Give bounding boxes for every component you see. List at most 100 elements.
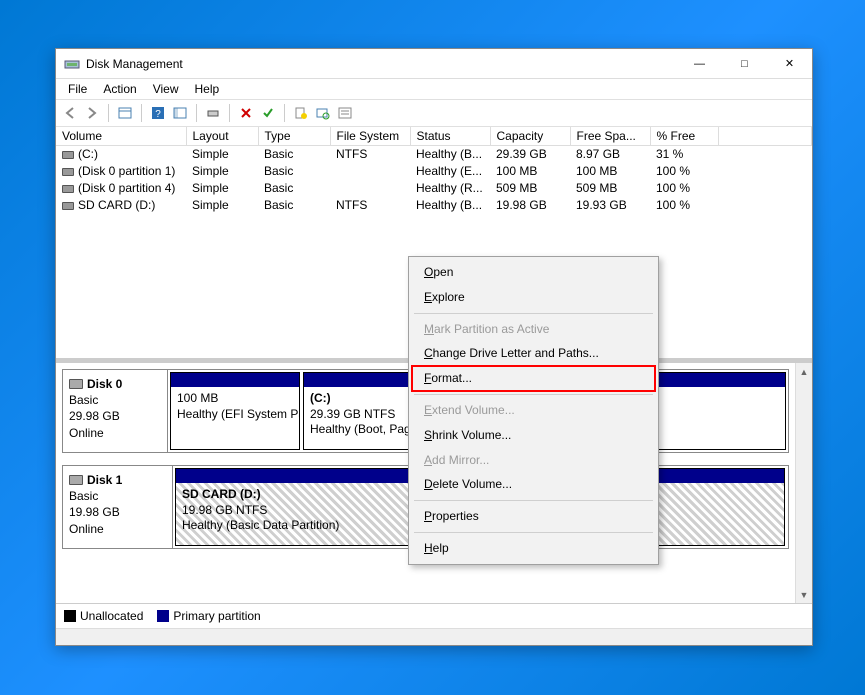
cell-pct: 100 %	[650, 163, 718, 180]
table-row[interactable]: (Disk 0 partition 1)SimpleBasicHealthy (…	[56, 163, 812, 180]
menu-view[interactable]: View	[145, 80, 187, 98]
col-status[interactable]: Status	[410, 127, 490, 146]
cell-pct: 100 %	[650, 180, 718, 197]
cell-capacity: 19.98 GB	[490, 197, 570, 214]
cell-fs: NTFS	[330, 197, 410, 214]
disk-label[interactable]: Disk 0Basic29.98 GBOnline	[63, 370, 168, 452]
menubar: File Action View Help	[56, 79, 812, 99]
col-pct[interactable]: % Free	[650, 127, 718, 146]
cell-pct: 31 %	[650, 146, 718, 163]
menu-item-mark-partition-as-active: Mark Partition as Active	[412, 317, 655, 342]
cell-layout: Simple	[186, 163, 258, 180]
vertical-scrollbar[interactable]: ▲ ▼	[795, 363, 812, 603]
check-icon[interactable]	[258, 103, 278, 123]
toolbar: ?	[56, 99, 812, 127]
context-menu: OpenExplore Mark Partition as ActiveChang…	[408, 256, 659, 565]
menu-separator	[414, 313, 653, 314]
legend: Unallocated Primary partition	[56, 603, 812, 628]
close-button[interactable]: ✕	[767, 49, 812, 79]
new-icon[interactable]	[291, 103, 311, 123]
cell-volume: SD CARD (D:)	[78, 198, 155, 212]
back-icon[interactable]	[60, 103, 80, 123]
cell-type: Basic	[258, 180, 330, 197]
cell-capacity: 509 MB	[490, 180, 570, 197]
list-icon[interactable]	[335, 103, 355, 123]
col-volume[interactable]: Volume	[56, 127, 186, 146]
cell-layout: Simple	[186, 180, 258, 197]
scroll-down-icon[interactable]: ▼	[796, 586, 812, 603]
partition-stripe	[171, 373, 299, 387]
cell-volume: (Disk 0 partition 4)	[78, 181, 175, 195]
help-icon[interactable]: ?	[148, 103, 168, 123]
cell-free: 100 MB	[570, 163, 650, 180]
horizontal-scrollbar[interactable]	[56, 628, 812, 645]
table-row[interactable]: (Disk 0 partition 4) SimpleBasic Healthy (…	[56, 180, 812, 197]
col-fs[interactable]: File System	[330, 127, 410, 146]
menu-item-format[interactable]: Format...	[412, 366, 655, 391]
menu-file[interactable]: File	[60, 80, 95, 98]
cell-fs: NTFS	[330, 146, 410, 163]
cell-fs	[330, 163, 410, 180]
cell-status: Healthy (E...	[410, 163, 490, 180]
find-icon[interactable]	[313, 103, 333, 123]
menu-item-add-mirror: Add Mirror...	[412, 448, 655, 473]
table-row[interactable]: (C:)SimpleBasicNTFSHealthy (B...29.39 GB…	[56, 146, 812, 163]
menu-item-shrink-volume[interactable]: Shrink Volume...	[412, 423, 655, 448]
cell-status: Healthy (R...	[410, 180, 490, 197]
forward-icon[interactable]	[82, 103, 102, 123]
col-free[interactable]: Free Spa...	[570, 127, 650, 146]
cell-status: Healthy (B...	[410, 197, 490, 214]
device-icon[interactable]	[203, 103, 223, 123]
minimize-button[interactable]: —	[677, 49, 722, 79]
cell-capacity: 29.39 GB	[490, 146, 570, 163]
table-header-row: Volume Layout Type File System Status Ca…	[56, 127, 812, 146]
menu-action[interactable]: Action	[95, 80, 144, 98]
table-row[interactable]: SD CARD (D:) SimpleBasicNTFSHealthy (B...…	[56, 197, 812, 214]
window-title: Disk Management	[86, 57, 677, 71]
col-capacity[interactable]: Capacity	[490, 127, 570, 146]
cell-free: 19.93 GB	[570, 197, 650, 214]
menu-item-delete-volume[interactable]: Delete Volume...	[412, 472, 655, 497]
toolbar-icon-1[interactable]	[115, 103, 135, 123]
svg-text:?: ?	[155, 109, 161, 120]
menu-item-help[interactable]: Help	[412, 536, 655, 561]
legend-unallocated: Unallocated	[80, 609, 143, 623]
cell-free: 8.97 GB	[570, 146, 650, 163]
cell-type: Basic	[258, 163, 330, 180]
disk-icon	[69, 379, 83, 389]
cell-type: Basic	[258, 146, 330, 163]
cell-capacity: 100 MB	[490, 163, 570, 180]
cell-type: Basic	[258, 197, 330, 214]
disk-label[interactable]: Disk 1Basic19.98 GBOnline	[63, 466, 173, 548]
delete-icon[interactable]	[236, 103, 256, 123]
menu-item-properties[interactable]: Properties	[412, 504, 655, 529]
cell-layout: Simple	[186, 197, 258, 214]
menu-item-explore[interactable]: Explore	[412, 285, 655, 310]
menu-separator	[414, 532, 653, 533]
drive-icon	[62, 185, 74, 193]
cell-layout: Simple	[186, 146, 258, 163]
legend-primary: Primary partition	[173, 609, 260, 623]
menu-separator	[414, 394, 653, 395]
menu-help[interactable]: Help	[187, 80, 228, 98]
menu-item-change-drive-letter-and-paths[interactable]: Change Drive Letter and Paths...	[412, 341, 655, 366]
col-type[interactable]: Type	[258, 127, 330, 146]
app-icon	[64, 56, 80, 72]
disk-icon	[69, 475, 83, 485]
legend-swatch-unallocated	[64, 610, 76, 622]
menu-item-open[interactable]: Open	[412, 260, 655, 285]
scroll-up-icon[interactable]: ▲	[796, 363, 812, 380]
partition[interactable]: 100 MBHealthy (EFI System Pa	[170, 372, 300, 450]
drive-icon	[62, 202, 74, 210]
drive-icon	[62, 168, 74, 176]
volume-table: Volume Layout Type File System Status Ca…	[56, 127, 812, 214]
legend-swatch-primary	[157, 610, 169, 622]
maximize-button[interactable]: □	[722, 49, 767, 79]
toolbar-icon-2[interactable]	[170, 103, 190, 123]
menu-item-extend-volume: Extend Volume...	[412, 398, 655, 423]
titlebar[interactable]: Disk Management — □ ✕	[56, 49, 812, 79]
cell-status: Healthy (B...	[410, 146, 490, 163]
col-layout[interactable]: Layout	[186, 127, 258, 146]
cell-pct: 100 %	[650, 197, 718, 214]
cell-free: 509 MB	[570, 180, 650, 197]
